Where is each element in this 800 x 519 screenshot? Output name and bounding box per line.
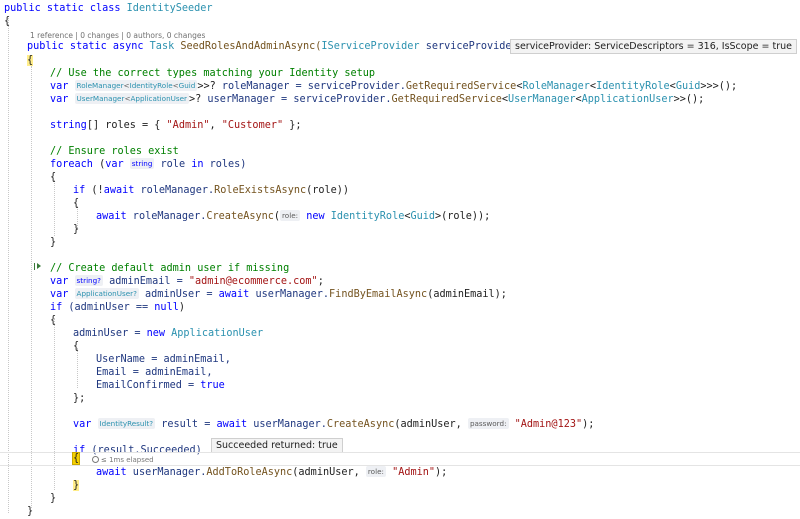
code-line-roles: string[] roles = { "Admin", "Customer" }… [50,120,302,131]
indent-guide [31,66,32,508]
code-line-username: UserName = adminEmail, [96,354,231,365]
code-editor[interactable]: public static class IdentitySeeder { 1 r… [0,0,800,519]
run-to-cursor-icon[interactable] [37,263,41,269]
inlay-param-hint: password: [467,418,509,429]
code-line-if: if (!await roleManager.RoleExistsAsync(r… [73,185,350,196]
code-line-brace: }; [73,393,86,404]
code-line-brace: { [73,198,80,209]
indent-guide [77,348,78,388]
inlay-type-hint: string? [74,275,103,286]
keyword: public static class [4,3,127,14]
code-line-email: var string? adminEmail = "admin@ecommerc… [50,275,324,287]
code-comment: // Ensure roles exist [50,146,179,157]
code-comment: // Use the correct types matching your I… [50,68,376,79]
code-line-brace: { [71,452,81,465]
run-to-cursor-icon[interactable] [34,263,35,270]
code-line-brace: { [27,54,34,67]
code-line-method: public static async Task SeedRolesAndAdm… [27,41,524,52]
code-line-brace: { [4,16,11,27]
indent-guide [54,180,55,236]
class-name: IdentitySeeder [126,3,213,14]
inlay-type-hint: string [129,158,155,169]
succeeded-datatip[interactable]: Succeeded returned: true [211,438,343,453]
code-line-createrole: await roleManager.CreateAsync(role: new … [96,210,491,222]
code-line-foreach: foreach (var string role in roles) [50,158,247,170]
code-line-brace: } [27,506,34,517]
code-line-addrole: await userManager.AddToRoleAsync(adminUs… [96,466,448,478]
code-line-brace: { [73,341,80,352]
parameter-datatip[interactable]: serviceProvider: ServiceDescriptors = 31… [510,39,797,54]
inlay-param-hint: role: [280,210,301,221]
indent-guide [8,18,9,513]
code-line-if: if (adminUser == null) [50,302,185,313]
code-line-confirmed: EmailConfirmed = true [96,380,225,391]
code-line-brace: } [50,493,57,504]
code-line-result: var IdentityResult? result = await userM… [73,418,595,430]
perf-tip: ≤ 1ms elapsed [92,455,154,465]
brace-highlight: { [71,452,81,465]
code-line-brace: } [50,237,57,248]
brace-highlight: } [73,480,80,491]
code-line-newuser: adminUser = new ApplicationUser [73,328,264,339]
code-line-adminuser: var ApplicationUser? adminUser = await u… [50,288,507,300]
inlay-type-hint: ApplicationUser? [74,288,139,299]
code-line-class: public static class IdentitySeeder [4,2,213,15]
inlay-type-hint: UserManager<ApplicationUser [74,93,190,104]
code-line-brace: { [50,315,57,326]
inlay-param-hint: role: [365,466,386,477]
stopwatch-icon [92,456,99,463]
inlay-type-hint: RoleManager<IdentityRole<Guid [74,80,198,91]
inlay-type-hint: IdentityResult? [97,418,156,429]
brace-highlight: { [27,55,34,66]
code-line-rolemanager: var RoleManager<IdentityRole<Guid >>? rol… [50,80,738,92]
code-line-emailprop: Email = adminEmail, [96,367,213,378]
code-line-usermanager: var UserManager<ApplicationUser >? userMa… [50,93,705,105]
current-line-border [0,452,800,453]
code-line-brace: } [73,224,80,235]
code-comment: // Create default admin user if missing [50,263,290,274]
code-line-brace: } [73,479,80,492]
code-line-brace: { [50,172,57,183]
